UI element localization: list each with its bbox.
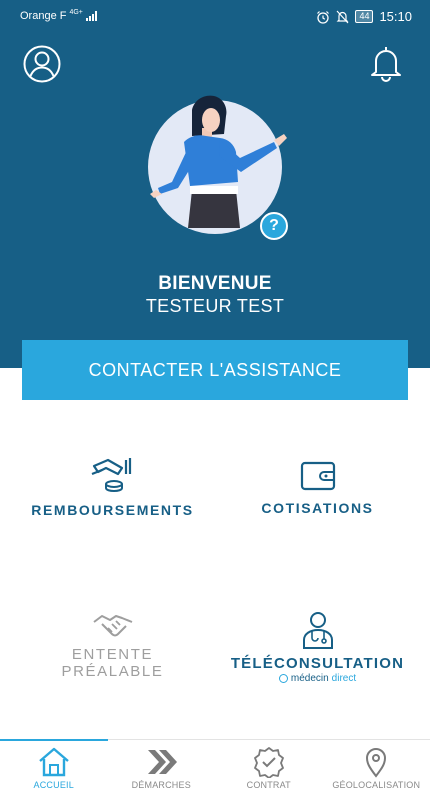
carrier-name: Orange F [20, 10, 67, 22]
status-bar: Orange F 4G+ 44 15:10 [0, 0, 430, 32]
home-icon [38, 747, 69, 777]
bottom-navigation: ACCUEIL DÉMARCHES CONTRAT GÉOLOCALISATIO… [0, 739, 430, 800]
doctor-icon [302, 612, 333, 649]
nav-label-contrat: CONTRAT [246, 780, 291, 790]
tile-cotisations[interactable]: COTISATIONS [210, 460, 425, 516]
badge-check-icon [253, 747, 284, 778]
handshake-icon [92, 615, 132, 637]
tile-label-prealable: PRÉALABLE [61, 663, 164, 680]
avatar-circle [148, 95, 287, 234]
user-circle-icon[interactable] [22, 44, 62, 84]
nav-label-demarches: DÉMARCHES [131, 780, 191, 790]
tile-label-entente: ENTENTE [71, 646, 154, 663]
nav-label-geolocalisation: GÉOLOCALISATION [332, 780, 421, 790]
partner-logo: médecin direct [210, 673, 425, 684]
assistant-avatar[interactable]: ? [148, 95, 288, 240]
battery-level: 44 [355, 10, 374, 23]
network-type: 4G+ [69, 8, 83, 16]
signal-icon [85, 11, 97, 21]
welcome-header: ? BIENVENUE TESTEUR TEST [0, 32, 430, 368]
tile-teleconsultation[interactable]: TÉLÉCONSULTATION médecin direct [210, 610, 425, 684]
contact-assistance-button[interactable]: CONTACTER L'ASSISTANCE [22, 340, 408, 400]
clock: 15:10 [379, 9, 412, 24]
nav-accueil[interactable]: ACCUEIL [0, 739, 108, 800]
bell-icon[interactable] [368, 44, 404, 82]
nav-demarches[interactable]: DÉMARCHES [108, 740, 216, 800]
nav-geolocalisation[interactable]: GÉOLOCALISATION [323, 740, 430, 800]
alarm-icon [317, 10, 330, 24]
double-chevron-icon [148, 750, 178, 774]
tile-entente-prealable[interactable]: ENTENTE PRÉALABLE [5, 612, 220, 680]
tile-label-teleconsultation: TÉLÉCONSULTATION [230, 655, 405, 672]
nav-label-accueil: ACCUEIL [33, 780, 74, 790]
map-pin-icon [366, 748, 387, 778]
user-name: TESTEUR TEST [145, 296, 285, 316]
hand-coins-icon [91, 458, 131, 493]
partner-name-prefix: médecin [290, 673, 329, 684]
carrier-info: Orange F 4G+ [20, 8, 97, 22]
help-badge-icon[interactable]: ? [260, 212, 288, 240]
nav-contrat[interactable]: CONTRAT [215, 740, 323, 800]
tile-remboursements[interactable]: REMBOURSEMENTS [5, 456, 220, 518]
tile-label-remboursements: REMBOURSEMENTS [31, 502, 194, 518]
partner-name-suffix: direct [331, 673, 357, 684]
tile-label-cotisations: COTISATIONS [261, 500, 374, 516]
status-right: 44 15:10 [316, 9, 412, 24]
welcome-title: BIENVENUE [158, 273, 272, 294]
smile-icon [278, 674, 288, 683]
assistant-illustration [150, 95, 287, 228]
wallet-icon [300, 461, 335, 491]
mute-icon [336, 10, 349, 23]
